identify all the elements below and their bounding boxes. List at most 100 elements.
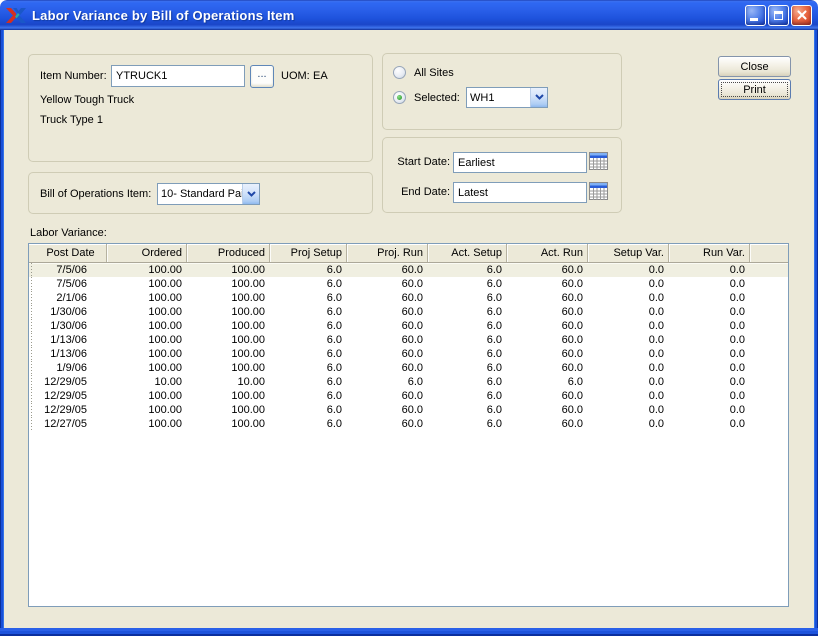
table-cell: 60.0 [347,305,428,319]
table-caption: Labor Variance: [30,227,107,239]
table-cell: 7/5/06 [35,263,107,277]
table-cell: 60.0 [507,277,588,291]
table-cell: 100.00 [107,361,187,375]
table-cell: 6.0 [270,305,347,319]
column-header-act-run[interactable]: Act. Run [507,244,588,262]
table-cell: 0.0 [669,263,750,277]
table-cell: 100.00 [187,277,270,291]
table-cell: 60.0 [507,347,588,361]
table-cell: 0.0 [669,375,750,389]
column-header-filler [750,244,788,262]
end-date-calendar-icon[interactable] [589,182,608,200]
table-cell: 1/9/06 [35,361,107,375]
minimize-button[interactable] [745,5,766,26]
table-cell: 0.0 [669,347,750,361]
bill-of-operations-select[interactable]: 10- Standard Pair [157,183,260,205]
table-cell: 6.0 [270,361,347,375]
column-header-run-var[interactable]: Run Var. [669,244,750,262]
maximize-icon [774,11,783,20]
table-cell: 6.0 [428,375,507,389]
table-cell: 6.0 [270,263,347,277]
maximize-button[interactable] [768,5,789,26]
column-header-setup-var[interactable]: Setup Var. [588,244,669,262]
table-cell-filler [750,263,788,277]
item-browse-button[interactable]: ... [250,65,274,88]
column-header-ordered[interactable]: Ordered [107,244,187,262]
table-row[interactable]: 1/30/06100.00100.006.060.06.060.00.00.0 [29,305,788,319]
column-header-act-setup[interactable]: Act. Setup [428,244,507,262]
table-row[interactable]: 12/29/0510.0010.006.06.06.06.00.00.0 [29,375,788,389]
table-cell-filler [750,361,788,375]
table-cell: 60.0 [347,319,428,333]
table-cell: 0.0 [669,333,750,347]
table-cell: 6.0 [507,375,588,389]
table-row[interactable]: 12/29/05100.00100.006.060.06.060.00.00.0 [29,389,788,403]
table-cell: 60.0 [507,389,588,403]
close-button[interactable]: Close [718,56,791,77]
table-cell: 100.00 [187,263,270,277]
table-row[interactable]: 2/1/06100.00100.006.060.06.060.00.00.0 [29,291,788,305]
start-date-calendar-icon[interactable] [589,152,608,170]
table-cell: 100.00 [107,277,187,291]
table-row[interactable]: 7/5/06100.00100.006.060.06.060.00.00.0 [29,277,788,291]
table-cell-filler [750,389,788,403]
table-cell: 6.0 [428,263,507,277]
table-cell: 6.0 [428,389,507,403]
table-cell: 60.0 [347,333,428,347]
table-cell: 60.0 [347,361,428,375]
close-icon [796,9,808,21]
selected-site-radio[interactable] [393,91,406,104]
table-cell: 6.0 [270,375,347,389]
table-cell-filler [750,375,788,389]
table-cell: 60.0 [507,263,588,277]
table-cell: 60.0 [347,403,428,417]
table-cell: 12/29/05 [35,389,107,403]
table-cell: 2/1/06 [35,291,107,305]
chevron-down-icon[interactable] [530,88,547,107]
table-row[interactable]: 12/29/05100.00100.006.060.06.060.00.00.0 [29,403,788,417]
all-sites-radio[interactable] [393,66,406,79]
item-number-input[interactable] [111,65,245,87]
start-date-input[interactable] [453,152,587,173]
close-window-button[interactable] [791,5,812,26]
table-cell: 0.0 [588,263,669,277]
table-row[interactable]: 1/13/06100.00100.006.060.06.060.00.00.0 [29,333,788,347]
labor-variance-table: Post DateOrderedProducedProj SetupProj. … [28,243,789,607]
table-cell: 0.0 [588,347,669,361]
print-button[interactable]: Print [718,79,791,100]
table-row[interactable]: 1/13/06100.00100.006.060.06.060.00.00.0 [29,347,788,361]
table-cell-filler [750,347,788,361]
table-cell: 0.0 [669,361,750,375]
table-row[interactable]: 12/27/05100.00100.006.060.06.060.00.00.0 [29,417,788,431]
table-cell: 6.0 [270,417,347,431]
column-header-post-date[interactable]: Post Date [35,244,107,262]
chevron-down-icon[interactable] [242,184,259,204]
table-cell: 6.0 [428,305,507,319]
table-cell: 1/13/06 [35,347,107,361]
table-cell: 7/5/06 [35,277,107,291]
column-header-proj-run[interactable]: Proj. Run [347,244,428,262]
table-cell: 60.0 [347,291,428,305]
table-cell: 0.0 [588,319,669,333]
table-row[interactable]: 1/9/06100.00100.006.060.06.060.00.00.0 [29,361,788,375]
table-row[interactable]: 1/30/06100.00100.006.060.06.060.00.00.0 [29,319,788,333]
column-header-proj-setup[interactable]: Proj Setup [270,244,347,262]
table-cell: 100.00 [107,417,187,431]
item-number-label: Item Number: [40,70,107,82]
item-description-2: Truck Type 1 [40,114,103,126]
site-select[interactable]: WH1 [466,87,548,108]
minimize-icon [750,18,758,21]
table-cell: 6.0 [428,417,507,431]
table-cell-filler [750,319,788,333]
title-bar[interactable]: Labor Variance by Bill of Operations Ite… [0,0,818,30]
dialog-window: Labor Variance by Bill of Operations Ite… [0,0,818,636]
table-cell: 1/30/06 [35,319,107,333]
table-cell: 0.0 [669,305,750,319]
column-header-produced[interactable]: Produced [187,244,270,262]
table-cell: 6.0 [270,277,347,291]
table-cell: 10.00 [187,375,270,389]
table-row[interactable]: 7/5/06100.00100.006.060.06.060.00.00.0 [29,263,788,277]
end-date-input[interactable] [453,182,587,203]
table-cell: 100.00 [107,319,187,333]
table-cell: 6.0 [270,403,347,417]
